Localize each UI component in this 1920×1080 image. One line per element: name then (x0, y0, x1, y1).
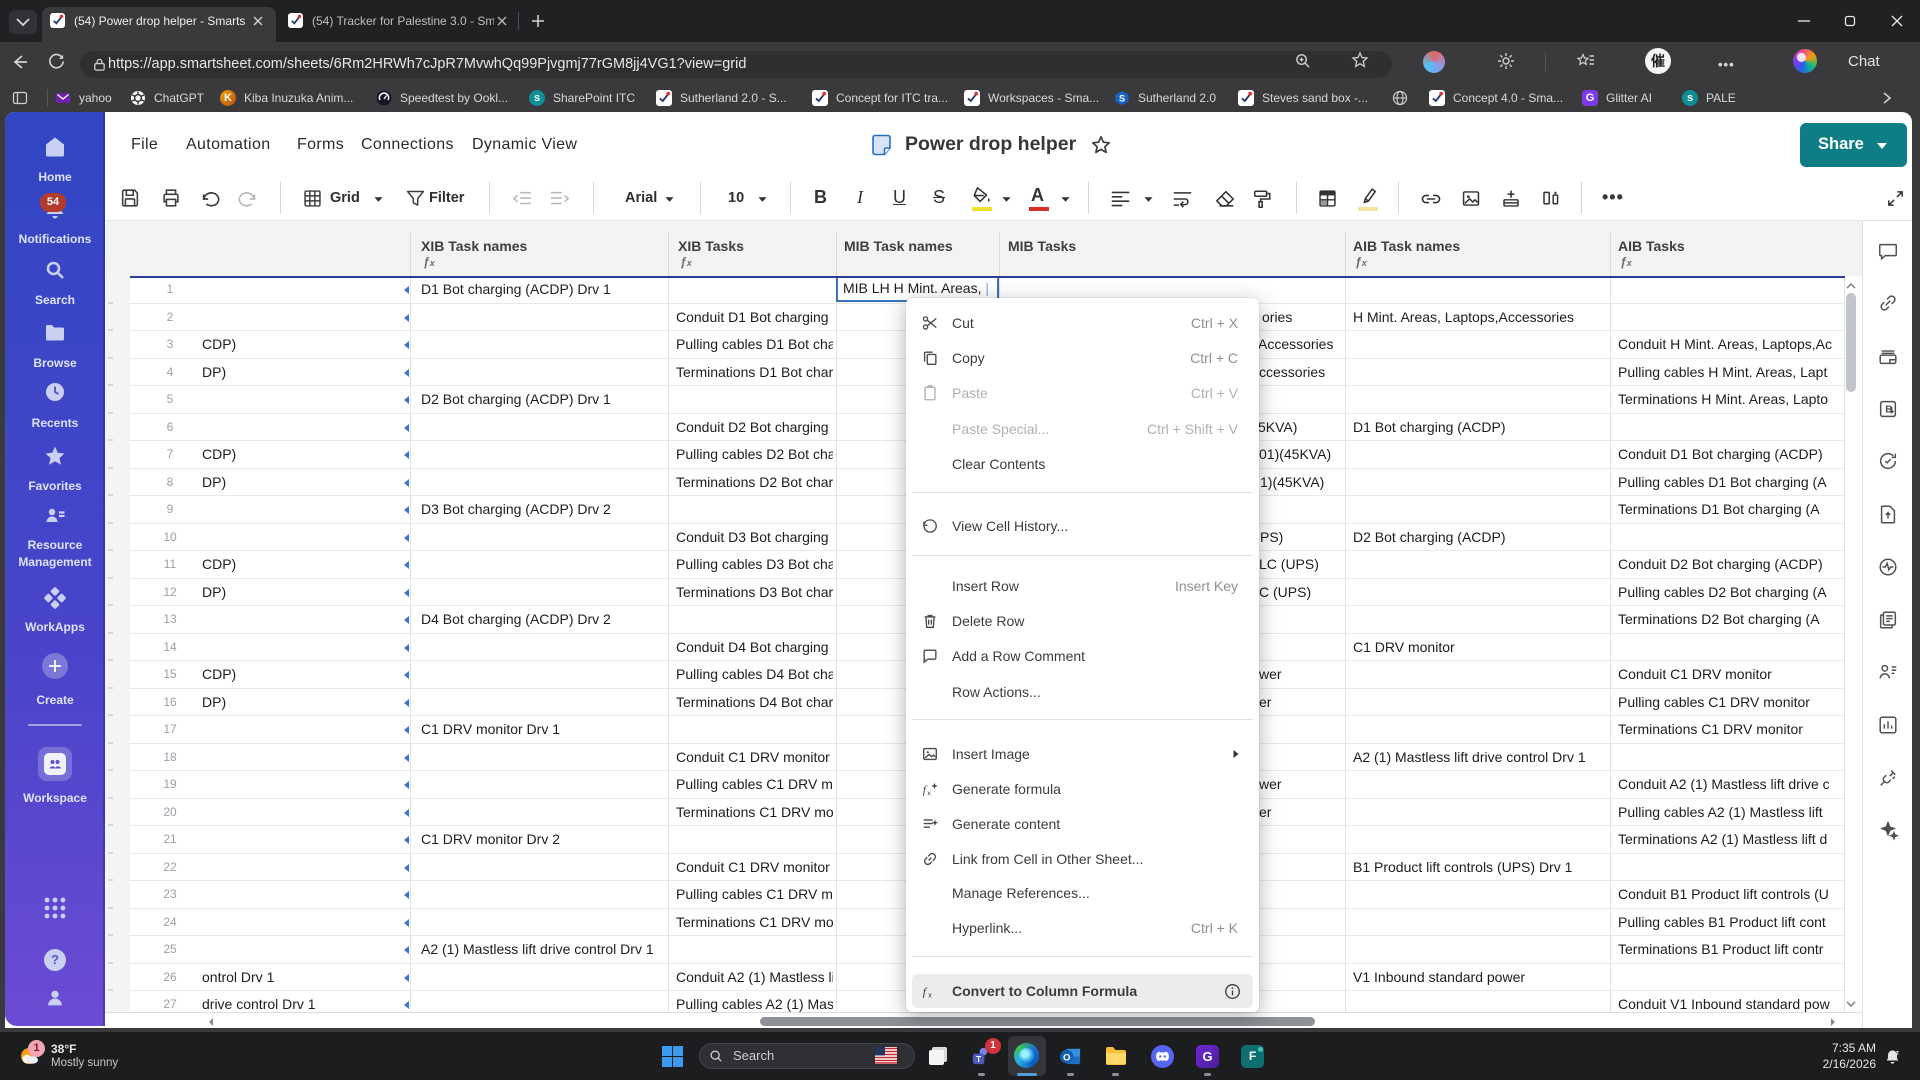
svg-text:z: z (1896, 1050, 1900, 1057)
svg-text:O: O (1063, 1052, 1071, 1063)
svg-text:S: S (1119, 94, 1125, 104)
svg-text:T: T (976, 1055, 981, 1064)
svg-text:x: x (928, 990, 932, 999)
svg-text:f: f (923, 986, 928, 999)
svg-text:x: x (927, 788, 931, 797)
